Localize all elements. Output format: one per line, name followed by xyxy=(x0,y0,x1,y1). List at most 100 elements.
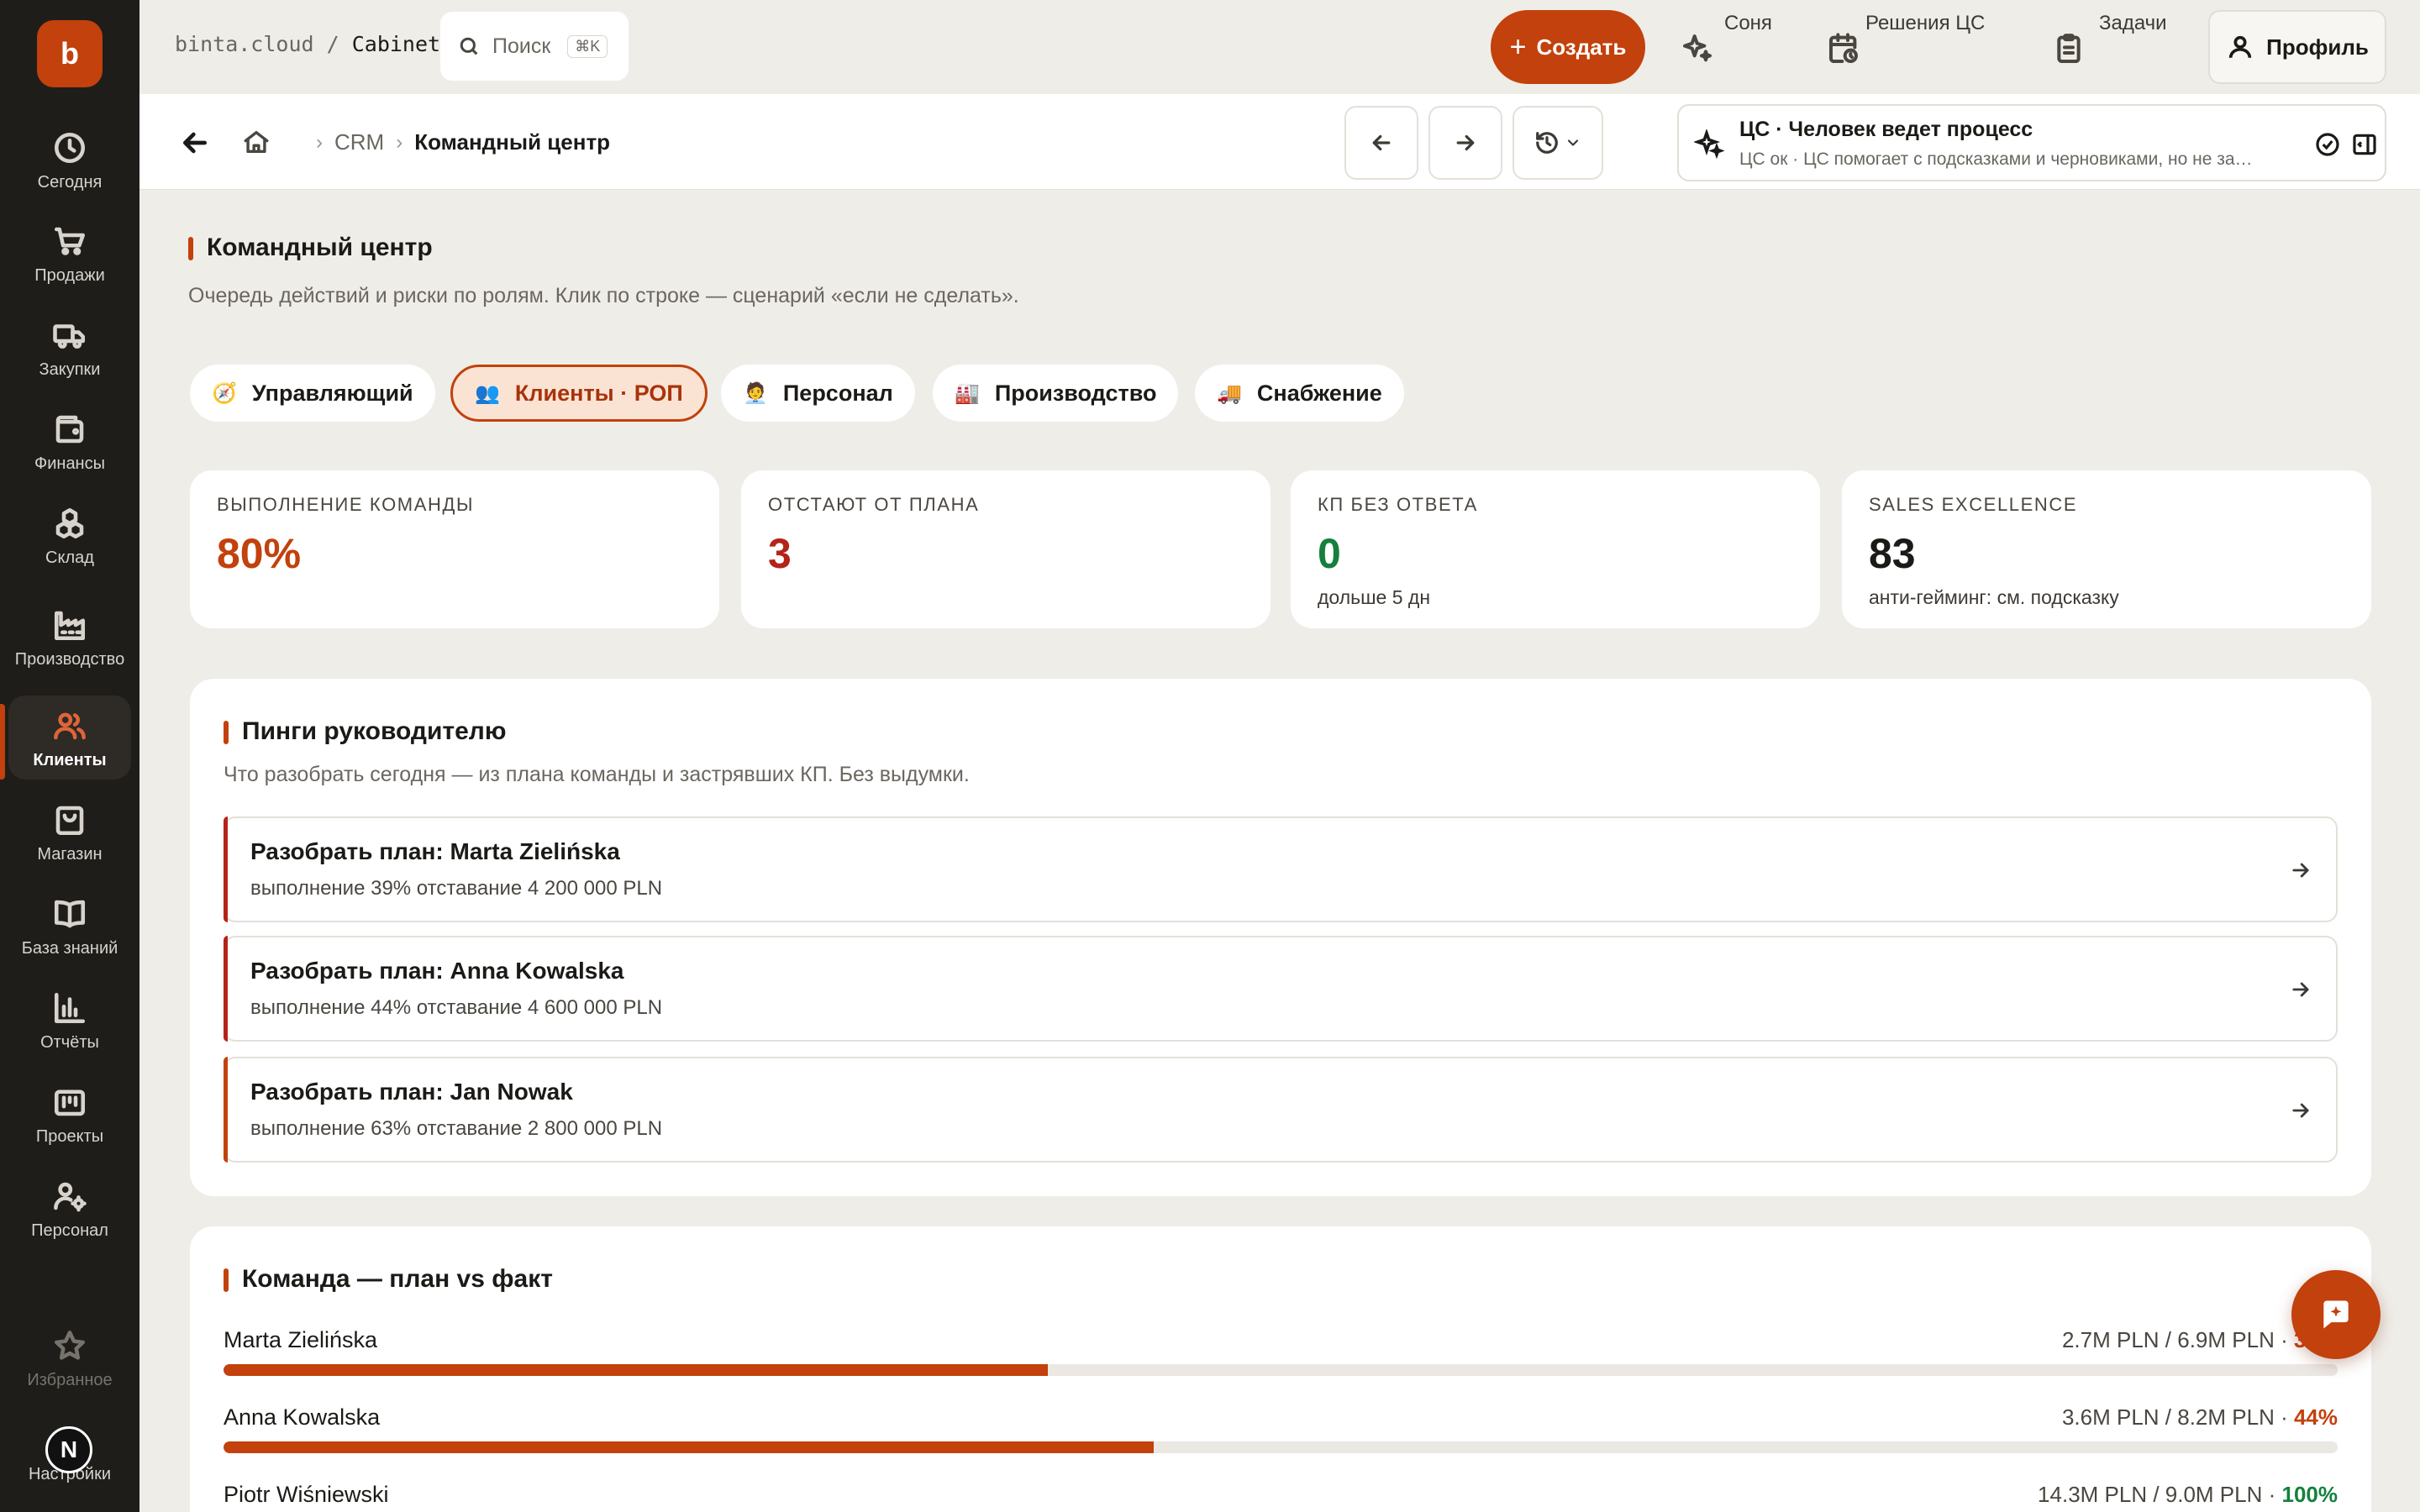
sidebar-item-projects[interactable]: Проекты xyxy=(8,1072,131,1156)
sidebar-item-label: Производство xyxy=(14,650,125,669)
workspace-domain: binta.cloud / xyxy=(175,32,352,56)
sidebar-item-reports[interactable]: Отчёты xyxy=(8,978,131,1062)
sonya-button[interactable]: Соня xyxy=(1681,10,1781,66)
progress-fill xyxy=(224,1364,1049,1376)
arrow-right-icon xyxy=(1456,134,1475,151)
kpi-value: 3 xyxy=(768,530,792,577)
profile-label: Профиль xyxy=(2266,34,2369,60)
app-logo[interactable]: b xyxy=(37,20,103,87)
calendar-clock-icon xyxy=(1829,33,1858,64)
breadcrumb-crm[interactable]: CRM xyxy=(334,129,384,155)
kpi-sales-excellence[interactable]: Sales Excellence 83 анти-гейминг: см. по… xyxy=(1842,470,2371,628)
compass-icon: 🧭 xyxy=(212,381,237,405)
tab-staff[interactable]: 🧑‍💼 Персонал xyxy=(721,365,915,422)
clock-icon xyxy=(50,128,90,168)
tab-production[interactable]: 🏭 Производство xyxy=(933,365,1179,422)
sidebar: b Сегодня Продажи Закупки Финансы Склад … xyxy=(0,0,139,1512)
tasks-button[interactable]: Задачи xyxy=(2052,10,2178,66)
page-subtitle: Очередь действий и риски по ролям. Клик … xyxy=(188,284,1019,307)
tasks-label: Задачи xyxy=(2099,12,2167,34)
workspace-path[interactable]: binta.cloud / Cabinet xyxy=(175,32,440,56)
sidebar-item-label: Избранное xyxy=(27,1371,113,1389)
team-member-row[interactable]: Piotr Wiśniewski 14.3M PLN / 9.0M PLN · … xyxy=(224,1482,2338,1512)
ping-item[interactable]: Разобрать план: Marta Zielińska выполнен… xyxy=(224,816,2338,922)
book-icon xyxy=(50,894,90,934)
sidebar-item-purchases[interactable]: Закупки xyxy=(8,305,131,389)
sidebar-item-label: Склад xyxy=(45,549,94,567)
sidebar-item-knowledge[interactable]: База знаний xyxy=(8,884,131,968)
kpi-unanswered-offers[interactable]: КП без ответа 0 дольше 5 дн xyxy=(1291,470,1820,628)
pings-card: Пинги руководителю Что разобрать сегодня… xyxy=(190,679,2371,1196)
arrow-left-icon xyxy=(183,132,207,154)
search-shortcut: ⌘K xyxy=(567,34,608,58)
sidebar-item-shop[interactable]: Магазин xyxy=(8,790,131,874)
sidebar-item-clients[interactable]: Клиенты xyxy=(8,696,131,780)
arrow-right-icon xyxy=(2292,1103,2309,1118)
bag-icon xyxy=(50,800,90,840)
tab-supply[interactable]: 🚚 Снабжение xyxy=(1195,365,1404,422)
back-button[interactable] xyxy=(178,126,212,160)
progress-track xyxy=(224,1364,2338,1376)
cs-status-panel[interactable]: ЦС · Человек ведет процесс ЦС ок · ЦС по… xyxy=(1677,104,2386,181)
kpi-label: Отстают от плана xyxy=(768,494,980,515)
kpi-value: 0 xyxy=(1318,530,1341,577)
breadcrumb-separator: › xyxy=(316,130,323,154)
panel-toggle-icon[interactable] xyxy=(2351,131,2378,158)
users-icon xyxy=(50,706,90,746)
team-member-row[interactable]: Marta Zielińska 2.7M PLN / 6.9M PLN · 39… xyxy=(224,1327,2338,1394)
decisions-button[interactable]: Решения ЦС xyxy=(1827,10,2012,66)
history-forward-button[interactable] xyxy=(1428,106,1502,180)
sparkles-icon xyxy=(1683,34,1712,62)
member-fact: 14.3M PLN / 9.0M PLN · xyxy=(2038,1482,2282,1507)
sidebar-item-label: Закупки xyxy=(39,360,101,379)
sidebar-item-label: Финансы xyxy=(34,454,105,473)
search-input[interactable]: Поиск ⌘K xyxy=(440,12,629,81)
member-name: Marta Zielińska xyxy=(224,1327,378,1352)
sidebar-item-sales[interactable]: Продажи xyxy=(8,211,131,295)
user-icon xyxy=(2228,35,2252,58)
member-percent: 44% xyxy=(2293,1404,2338,1430)
ping-note: выполнение 44% отставание 4 600 000 PLN xyxy=(250,996,663,1019)
check-circle-icon[interactable] xyxy=(2314,131,2341,158)
pings-subtitle: Что разобрать сегодня — из плана команды… xyxy=(224,763,970,786)
truck-icon xyxy=(50,315,90,355)
team-member-row[interactable]: Anna Kowalska 3.6M PLN / 8.2M PLN · 44% xyxy=(224,1404,2338,1472)
arrow-right-icon xyxy=(2292,982,2309,997)
sidebar-item-label: Клиенты xyxy=(33,751,107,769)
avatar[interactable]: N xyxy=(45,1426,92,1473)
history-menu-button[interactable] xyxy=(1512,106,1603,180)
home-icon[interactable] xyxy=(242,128,272,158)
sidebar-item-today[interactable]: Сегодня xyxy=(8,118,131,202)
ping-item[interactable]: Разобрать план: Jan Nowak выполнение 63%… xyxy=(224,1057,2338,1163)
tab-manager[interactable]: 🧭 Управляющий xyxy=(190,365,435,422)
history-back-button[interactable] xyxy=(1344,106,1418,180)
cs-status-subtitle: ЦС ок · ЦС помогает с подсказками и черн… xyxy=(1739,150,2253,169)
search-icon xyxy=(460,37,478,55)
kpi-team-completion[interactable]: Выполнение команды 80% xyxy=(190,470,719,628)
sidebar-item-staff[interactable]: Персонал xyxy=(8,1166,131,1250)
ping-item[interactable]: Разобрать план: Anna Kowalska выполнение… xyxy=(224,936,2338,1042)
progress-fill xyxy=(224,1441,1155,1453)
tab-clients-rop[interactable]: 👥 Клиенты · РОП xyxy=(450,365,708,422)
kpi-behind-plan[interactable]: Отстают от плана 3 xyxy=(741,470,1270,628)
member-percent: 100% xyxy=(2281,1482,2338,1507)
kpi-label: КП без ответа xyxy=(1318,494,1478,515)
tab-label: Клиенты · РОП xyxy=(514,380,683,406)
kpi-note: анти-гейминг: см. подсказку xyxy=(1869,586,2119,608)
team-plan-card: Команда — план vs факт Marta Zielińska 2… xyxy=(190,1226,2371,1512)
chat-assistant-button[interactable] xyxy=(2291,1270,2381,1359)
profile-button[interactable]: Профиль xyxy=(2208,10,2386,84)
chevron-down-icon xyxy=(1567,139,1579,146)
create-button[interactable]: + Создать xyxy=(1491,10,1645,84)
team-title: Команда — план vs факт xyxy=(224,1265,553,1294)
arrow-left-icon xyxy=(1372,134,1391,151)
sidebar-item-warehouse[interactable]: Склад xyxy=(8,493,131,577)
pings-title: Пинги руководителю xyxy=(224,717,506,746)
sidebar-item-favorites[interactable]: Избранное xyxy=(8,1315,131,1399)
sidebar-item-label: Магазин xyxy=(37,845,103,864)
wallet-icon xyxy=(50,409,90,449)
sidebar-item-finance[interactable]: Финансы xyxy=(8,399,131,483)
sidebar-item-production[interactable]: Производство xyxy=(8,588,131,685)
factory-icon: 🏭 xyxy=(955,381,980,405)
ping-priority-bar xyxy=(224,816,228,922)
